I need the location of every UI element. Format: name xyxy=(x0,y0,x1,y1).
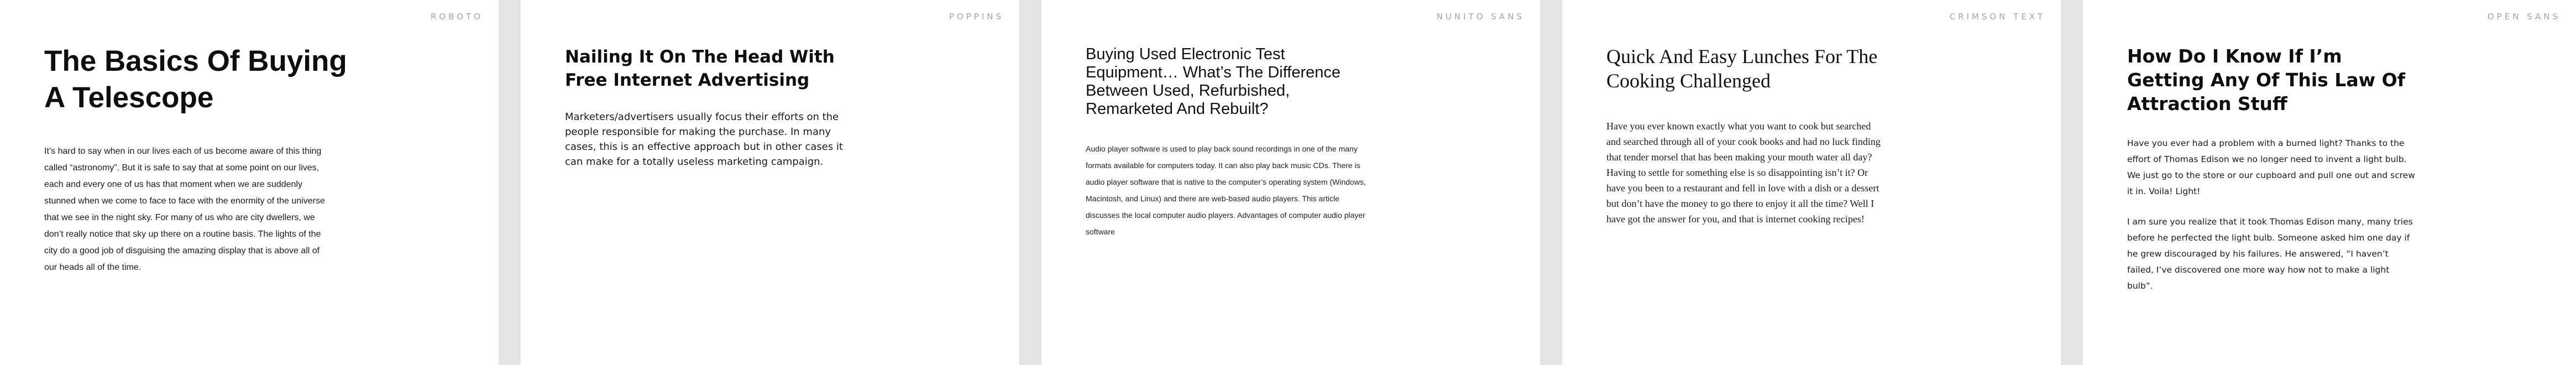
font-sample-card-poppins: POPPINS Nailing It On The Head With Free… xyxy=(521,0,1019,365)
font-sample-card-open-sans: OPEN SANS How Do I Know If I’m Getting A… xyxy=(2083,0,2576,365)
article-paragraph: Have you ever known exactly what you wan… xyxy=(1606,121,1881,225)
article-paragraph: Marketers/advertisers usually focus thei… xyxy=(565,111,843,168)
font-label: OPEN SANS xyxy=(2487,12,2561,22)
font-sample-card-nunito-sans: NUNITO SANS Buying Used Electronic Test … xyxy=(1041,0,1540,365)
font-sample-card-crimson-text: CRIMSON TEXT Quick And Easy Lunches For … xyxy=(1562,0,2061,365)
article-title: Quick And Easy Lunches For The Cooking C… xyxy=(1606,45,1878,92)
article-title: Buying Used Electronic Test Equipment… W… xyxy=(1086,45,1341,118)
font-label: ROBOTO xyxy=(430,12,483,22)
font-label: POPPINS xyxy=(949,12,1004,22)
font-label: CRIMSON TEXT xyxy=(1949,12,2045,22)
font-label: NUNITO SANS xyxy=(1436,12,1525,22)
article-title: Nailing It On The Head With Free Interne… xyxy=(565,47,835,90)
article-paragraph: Audio player software is used to play ba… xyxy=(1086,144,1366,236)
font-sample-card-roboto: ROBOTO The Basics Of Buying A Telescope … xyxy=(0,0,499,365)
article-title: How Do I Know If I’m Getting Any Of This… xyxy=(2127,45,2405,114)
article-title: The Basics Of Buying A Telescope xyxy=(44,45,347,114)
article-paragraph: I am sure you realize that it took Thoma… xyxy=(2127,217,2413,291)
article-paragraph: Have you ever had a problem with a burne… xyxy=(2127,138,2415,196)
article-paragraph: It’s hard to say when in our lives each … xyxy=(44,147,325,272)
